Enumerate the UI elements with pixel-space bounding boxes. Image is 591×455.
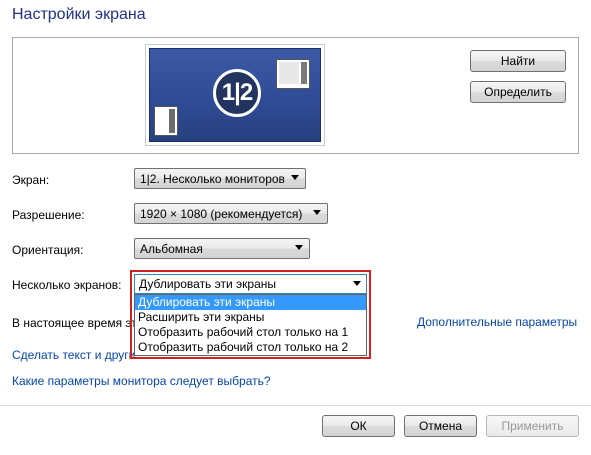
resolution-select[interactable]: 1920 × 1080 (рекомендуется)	[134, 203, 328, 224]
monitor-number-badge: 1|2	[213, 69, 261, 117]
chevron-down-icon	[353, 281, 361, 286]
resolution-label: Разрешение:	[12, 208, 85, 222]
apply-button[interactable]: Применить	[486, 415, 579, 437]
ok-button[interactable]: ОК	[322, 415, 395, 437]
monitor-screen: 1|2	[149, 48, 321, 142]
multi-screens-label: Несколько экранов:	[12, 278, 122, 292]
chevron-down-icon	[313, 210, 321, 215]
screen-select-value: 1|2. Несколько мониторов	[140, 171, 285, 186]
page-title: Настройки экрана	[12, 6, 146, 23]
footer-divider	[0, 405, 591, 406]
window-thumbnail-small-icon	[154, 106, 178, 136]
text-size-link[interactable]: Сделать текст и други	[12, 348, 135, 362]
option-duplicate[interactable]: Дублировать эти экраны	[135, 295, 366, 310]
current-status-text: В настоящее время эт	[12, 316, 137, 330]
window-thumbnail-icon	[276, 59, 310, 89]
orientation-label: Ориентация:	[12, 243, 84, 257]
find-button[interactable]: Найти	[470, 50, 566, 72]
monitor-thumbnail[interactable]: 1|2	[145, 44, 325, 146]
option-extend[interactable]: Расширить эти экраны	[135, 310, 366, 325]
resolution-select-value: 1920 × 1080 (рекомендуется)	[140, 206, 303, 221]
chevron-down-icon	[291, 175, 299, 180]
multi-screens-select-value: Дублировать эти экраны	[139, 277, 277, 291]
screen-select[interactable]: 1|2. Несколько мониторов	[134, 168, 306, 189]
cancel-button[interactable]: Отмена	[404, 415, 477, 437]
advanced-settings-link[interactable]: Дополнительные параметры	[417, 315, 577, 329]
orientation-select[interactable]: Альбомная	[134, 238, 310, 259]
orientation-select-value: Альбомная	[140, 241, 203, 256]
monitor-help-link[interactable]: Какие параметры монитора следует выбрать…	[12, 374, 271, 388]
identify-button[interactable]: Определить	[470, 81, 566, 103]
option-only-2[interactable]: Отобразить рабочий стол только на 2	[135, 340, 366, 355]
option-only-1[interactable]: Отобразить рабочий стол только на 1	[135, 325, 366, 340]
chevron-down-icon	[295, 245, 303, 250]
multi-screens-select[interactable]: Дублировать эти экраны	[134, 274, 367, 294]
multi-screens-options: Дублировать эти экраны Расширить эти экр…	[134, 294, 367, 356]
screen-label: Экран:	[12, 173, 50, 187]
